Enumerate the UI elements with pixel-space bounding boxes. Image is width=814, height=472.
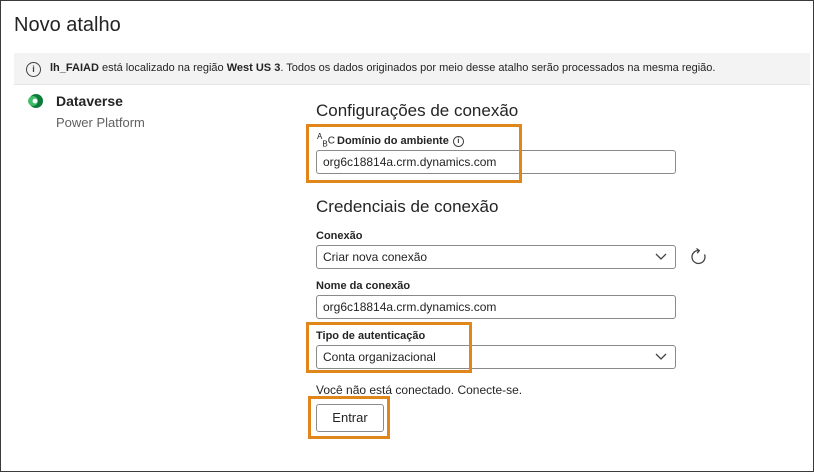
highlight-env-domain [306, 124, 522, 183]
dialog-title: Novo atalho [14, 14, 121, 36]
highlight-auth-type [306, 322, 472, 373]
source-subtitle: Power Platform [56, 115, 145, 130]
chevron-down-icon [655, 353, 667, 360]
connection-select[interactable]: Criar nova conexão [316, 245, 676, 269]
info-text-1: está localizado na região [98, 62, 227, 74]
dataverse-icon [28, 94, 43, 108]
sign-in-status: Você não está conectado. Conecte-se. [316, 383, 523, 397]
highlight-sign-in [308, 396, 390, 439]
refresh-icon[interactable] [689, 247, 709, 267]
lakehouse-name: lh_FAIAD [50, 62, 99, 74]
info-icon: i [26, 62, 41, 77]
dialog-frame: Novo atalho i lh_FAIAD está localizado n… [0, 0, 814, 472]
connection-name-label: Nome da conexão [316, 280, 411, 292]
info-text-2: . Todos os dados originados por meio des… [280, 62, 716, 74]
region-info-text: lh_FAIAD está localizado na região West … [50, 62, 715, 74]
connection-settings-heading: Configurações de conexão [316, 101, 519, 120]
chevron-down-icon [655, 253, 667, 260]
credentials-heading: Credenciais de conexão [316, 197, 499, 216]
region-name: West US 3 [226, 62, 281, 74]
connection-value: Criar nova conexão [323, 250, 428, 264]
connection-label: Conexão [316, 230, 363, 242]
connection-name-input[interactable]: org6c18814a.crm.dynamics.com [316, 295, 676, 319]
source-name: Dataverse [56, 93, 123, 109]
connection-name-value: org6c18814a.crm.dynamics.com [323, 300, 497, 314]
region-info-bar: i lh_FAIAD está localizado na região Wes… [14, 53, 810, 85]
